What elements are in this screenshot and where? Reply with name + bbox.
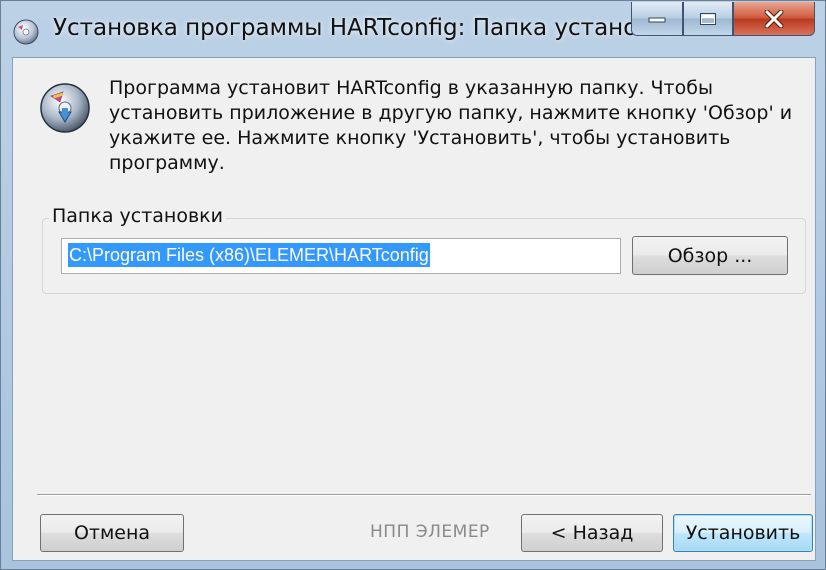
window-title: Установка программы HARTconfig: Папка ус… [53,15,680,41]
instruction-text: Программа установит HARTconfig в указанн… [109,77,793,174]
minimize-button[interactable] [631,2,683,36]
browse-button[interactable]: Обзор ... [632,236,788,275]
brand-label: НПП ЭЛЕМЕР [370,522,490,542]
close-button[interactable] [733,2,815,36]
dialog-content: Программа установит HARTconfig в указанн… [12,57,816,561]
maximize-button[interactable] [683,2,733,36]
install-folder-label: Папка установки [49,205,226,227]
close-icon [764,9,784,28]
installer-window: Установка программы HARTconfig: Папка ус… [0,0,826,570]
minimize-icon [648,17,666,22]
install-path-input[interactable]: C:\Program Files (x86)\ELEMER\HARTconfig [61,238,621,274]
maximize-icon [700,12,716,25]
back-button[interactable]: < Назад [521,514,663,552]
install-path-value: C:\Program Files (x86)\ELEMER\HARTconfig [68,243,430,267]
footer-separator [37,494,811,496]
install-button[interactable]: Установить [673,514,813,552]
installer-disc-icon [13,19,39,45]
cancel-button[interactable]: Отмена [40,514,184,552]
installer-disc-download-icon [40,83,90,133]
title-bar[interactable]: Установка программы HARTconfig: Папка ус… [1,1,826,57]
